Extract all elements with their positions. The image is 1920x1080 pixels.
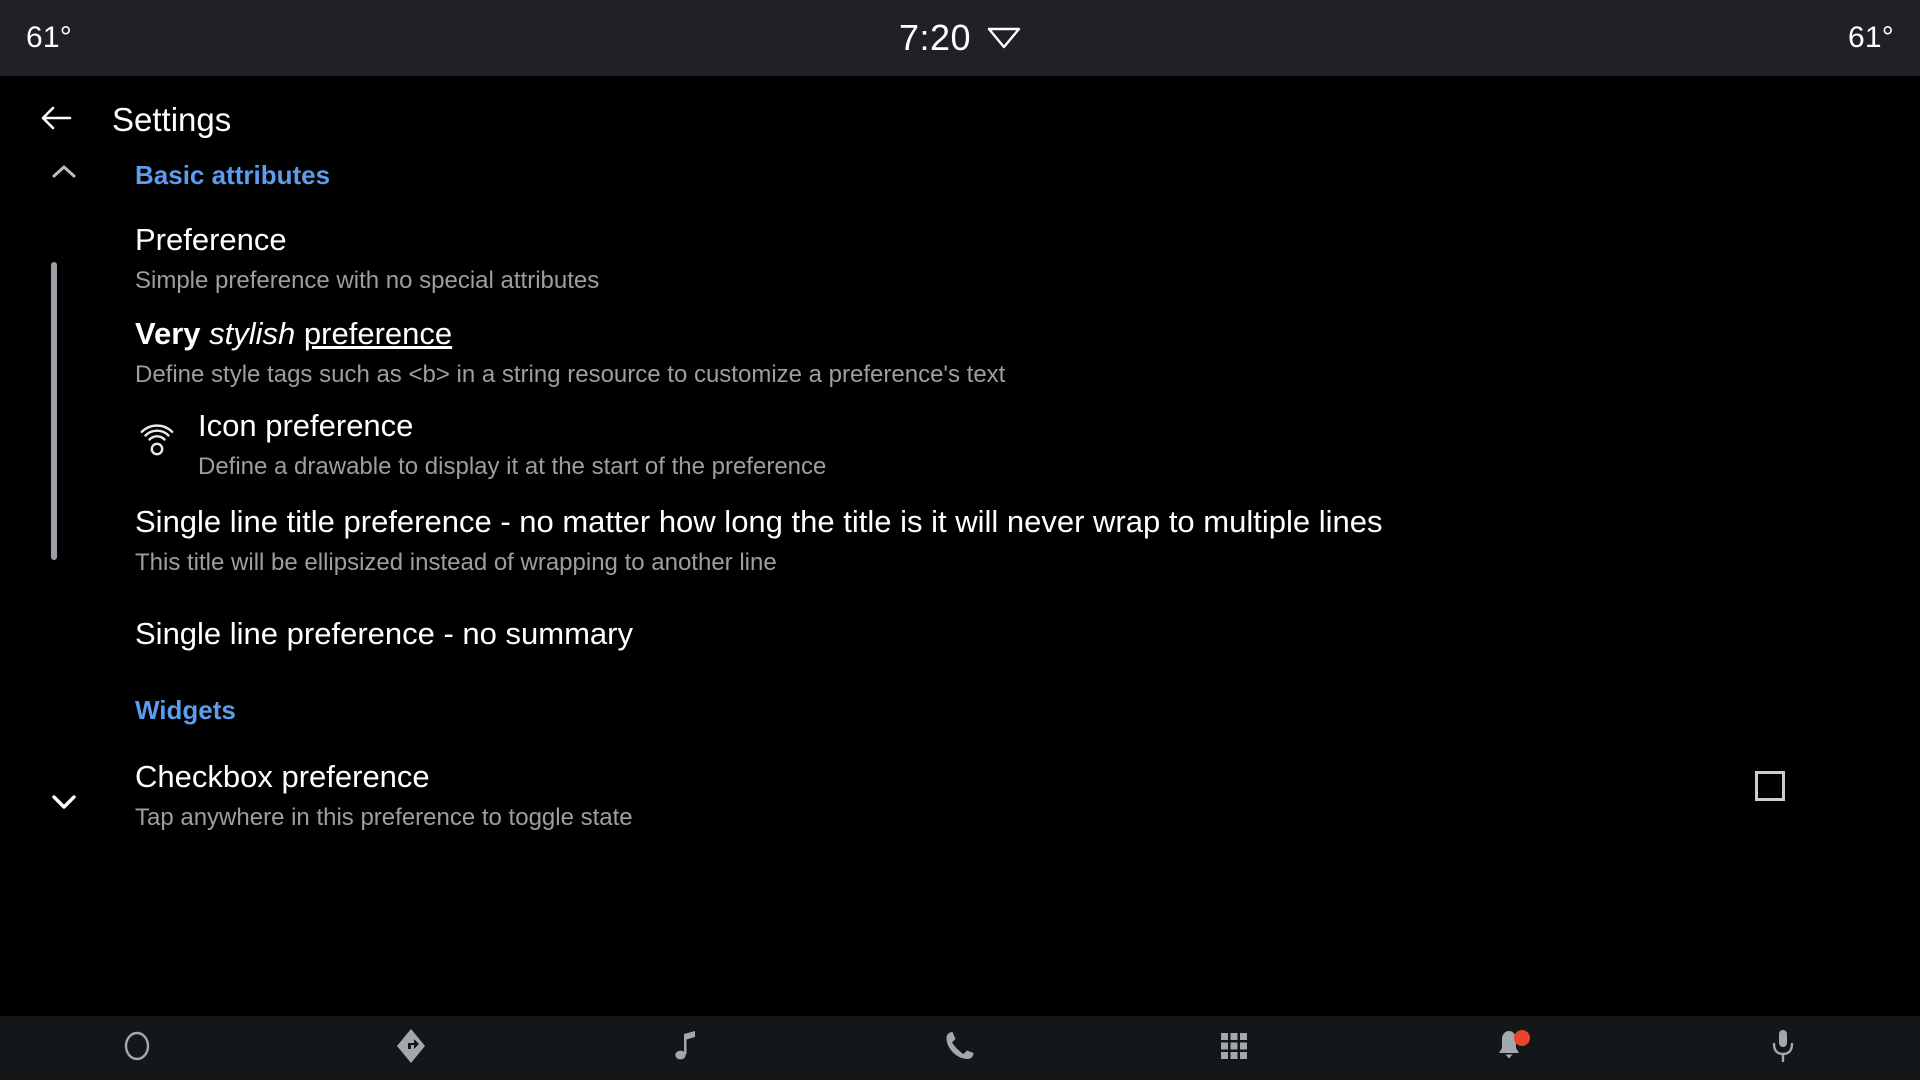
preference-row-no-summary[interactable]: Single line preference - no summary xyxy=(0,616,1920,653)
preference-summary: Define a drawable to display it at the s… xyxy=(198,452,827,480)
section-header-basic-attributes: Basic attributes xyxy=(135,164,331,190)
preference-title: Icon preference xyxy=(198,408,414,443)
clock: 7:20 xyxy=(898,17,972,58)
section-header-widgets: Widgets xyxy=(135,695,236,725)
preference-summary: This title will be ellipsized instead of… xyxy=(135,548,777,576)
bottom-navigation-bar xyxy=(0,1016,1920,1080)
preference-row-preference[interactable]: Preference Simple preference with no spe… xyxy=(0,222,1920,295)
home-circle-icon xyxy=(120,1029,154,1068)
app-bar: Settings xyxy=(0,76,1920,164)
preference-title-styled: Very stylish preference xyxy=(135,316,1920,353)
preference-row-checkbox[interactable]: Checkbox preference Tap anywhere in this… xyxy=(0,759,1920,832)
nav-item-navigation[interactable] xyxy=(274,1016,548,1080)
preference-summary: Simple preference with no special attrib… xyxy=(135,266,600,294)
chevron-up-icon xyxy=(47,164,81,194)
preference-text-group: Icon preference Define a drawable to dis… xyxy=(198,408,826,481)
nav-item-assistant[interactable] xyxy=(1646,1016,1920,1080)
left-temperature: 61° xyxy=(26,21,72,54)
preferences-list[interactable]: Basic attributes Preference Simple prefe… xyxy=(0,164,1920,1016)
preference-title: Checkbox preference xyxy=(135,759,430,794)
styled-italic-word: stylish xyxy=(209,316,296,351)
status-center-group: 7:20 xyxy=(899,17,1021,59)
chevron-down-icon xyxy=(46,783,82,824)
notification-badge xyxy=(1513,1030,1530,1046)
styled-underline-word: preference xyxy=(303,316,453,351)
nav-item-phone[interactable] xyxy=(823,1016,1097,1080)
nav-item-notifications[interactable] xyxy=(1371,1016,1645,1080)
wifi-icon xyxy=(987,21,1021,56)
preference-summary: Define style tags such as <b> in a strin… xyxy=(135,360,1006,388)
nav-item-home[interactable] xyxy=(0,1016,274,1080)
navigation-arrow-icon xyxy=(393,1027,429,1070)
preference-title: Single line title preference - no matter… xyxy=(135,504,1383,539)
phone-icon xyxy=(943,1029,977,1068)
status-bar: 61° 7:20 61° xyxy=(0,0,1920,76)
section-collapse-basic-attributes[interactable] xyxy=(42,164,86,196)
preference-row-single-line-title[interactable]: Single line title preference - no matter… xyxy=(0,504,1920,577)
styled-bold-word: Very xyxy=(135,316,201,351)
nav-item-apps[interactable] xyxy=(1097,1016,1371,1080)
preference-title: Preference xyxy=(135,222,287,257)
page-title: Settings xyxy=(112,101,232,138)
preference-summary: Tap anywhere in this preference to toggl… xyxy=(135,803,633,831)
checkbox-preference-widget[interactable] xyxy=(1755,771,1785,801)
wifi-tethering-icon xyxy=(135,418,179,462)
preference-row-stylish[interactable]: Very stylish preference Define style tag… xyxy=(0,316,1920,389)
music-note-icon xyxy=(671,1028,701,1069)
microphone-icon xyxy=(1768,1028,1798,1069)
back-arrow-icon xyxy=(36,98,76,143)
nav-item-media[interactable] xyxy=(549,1016,823,1080)
preference-row-icon-preference[interactable]: Icon preference Define a drawable to dis… xyxy=(0,408,1920,481)
preference-title: Single line preference - no summary xyxy=(135,616,633,651)
back-button[interactable] xyxy=(34,98,78,142)
apps-grid-icon xyxy=(1218,1030,1250,1067)
scroll-down-chevron[interactable] xyxy=(42,781,86,825)
right-temperature: 61° xyxy=(1848,21,1894,54)
